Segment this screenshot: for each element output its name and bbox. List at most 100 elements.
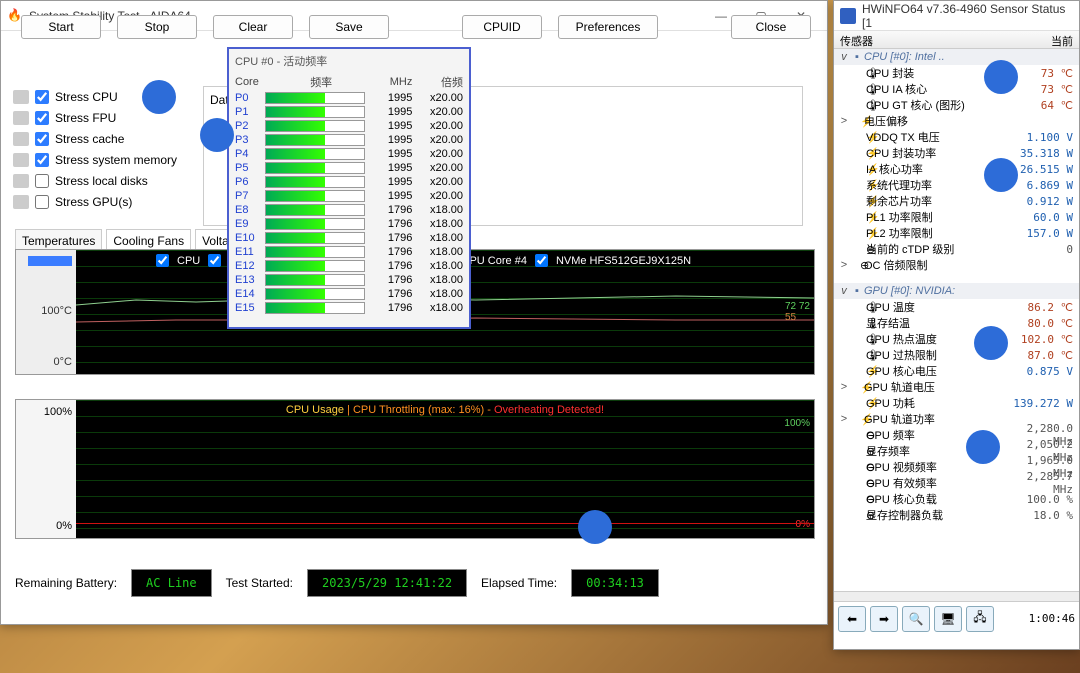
core-mult: x20.00 [418, 147, 469, 161]
core-mult: x20.00 [418, 105, 469, 119]
sensor-icon: ⚡ [850, 147, 866, 160]
sensor-label: OC 倍频限制 [864, 257, 1001, 273]
close-button[interactable]: Close [731, 15, 811, 39]
sensor-label: CPU GT 核心 (图形) [866, 97, 1001, 113]
sensor-row[interactable]: > ⚡ 电压偏移 [834, 113, 1079, 129]
start-button[interactable]: Start [21, 15, 101, 39]
sensor-icon: 🌡 [850, 349, 866, 362]
stress-checkbox[interactable] [35, 111, 49, 125]
sensor-row: 🌡 GPU 热点温度 102.0 ℃ [834, 331, 1079, 347]
expand-icon[interactable]: > [838, 115, 850, 127]
core-id: E10 [229, 231, 265, 245]
sensor-row: ⚡ IA 核心功率 26.515 W [834, 161, 1079, 177]
core-mult: x18.00 [418, 273, 469, 287]
core-id: P5 [229, 161, 265, 175]
sensor-section[interactable]: v ▪ GPU [#0]: NVIDIA: [834, 283, 1079, 299]
hwinfo-window: HWiNFO64 v7.36-4960 Sensor Status [1 传感器… [833, 0, 1080, 650]
clear-button[interactable]: Clear [213, 15, 293, 39]
sensor-row: ⚡ GPU 功耗 139.272 W [834, 395, 1079, 411]
stress-checkbox[interactable] [35, 195, 49, 209]
stress-checkbox[interactable] [35, 153, 49, 167]
sensor-label: 当前的 cTDP 级别 [866, 241, 1001, 257]
sensor-label: PL1 功率限制 [866, 209, 1001, 225]
core-mult: x20.00 [418, 119, 469, 133]
core-bar [265, 147, 377, 161]
stress-type-icon [13, 90, 29, 104]
cpu-frequency-overlay: CPU #0 - 活动频率 Core 频率 MHz 倍频 P0 1995 x20… [227, 47, 471, 329]
started-label: Test Started: [226, 576, 293, 590]
expand-icon[interactable]: > [838, 259, 850, 271]
tool-network-icon[interactable]: 🖥 [934, 606, 962, 632]
cpuid-button[interactable]: CPUID [462, 15, 542, 39]
sensor-icon: ⚡ [850, 365, 866, 378]
sensor-value: 86.2 ℃ [1001, 301, 1075, 314]
sensor-icon: ⚡ [850, 413, 864, 426]
sensor-value: 64 ℃ [1001, 99, 1075, 112]
expand-icon[interactable]: > [838, 381, 850, 393]
hwinfo-scrollbar[interactable] [834, 591, 1079, 601]
sensor-row: 🌡 GPU 温度 86.2 ℃ [834, 299, 1079, 315]
yaxis-top: 100°C [41, 305, 72, 317]
core-mhz: 1995 [377, 189, 418, 203]
col-current[interactable]: 当前 [1009, 31, 1079, 48]
stress-checkbox[interactable] [35, 132, 49, 146]
sensor-value: 102.0 ℃ [1001, 333, 1075, 346]
core-row: E8 1796 x18.00 [229, 203, 469, 217]
sensor-label: CPU 封装 [866, 65, 1001, 81]
annotation-dot [984, 60, 1018, 94]
stress-label: Stress local disks [55, 174, 148, 188]
sensor-row[interactable]: > ⚡ GPU 轨道电压 [834, 379, 1079, 395]
stress-checkbox[interactable] [35, 90, 49, 104]
expand-icon[interactable]: v [838, 285, 850, 297]
preferences-button[interactable]: Preferences [558, 15, 658, 39]
battery-label: Remaining Battery: [15, 576, 117, 590]
expand-icon[interactable]: > [838, 413, 850, 425]
col-mhz: MHz [377, 73, 418, 91]
tool-forward-icon[interactable]: ➡ [870, 606, 898, 632]
save-button[interactable]: Save [309, 15, 389, 39]
sensor-icon: 🌡 [850, 67, 866, 80]
core-row: E11 1796 x18.00 [229, 245, 469, 259]
core-mhz: 1995 [377, 147, 418, 161]
sensor-value: 80.0 ℃ [1001, 317, 1075, 330]
col-core: Core [229, 73, 265, 91]
sensor-row[interactable]: > ⊖ OC 倍频限制 [834, 257, 1079, 273]
core-id: E14 [229, 287, 265, 301]
sensor-icon: ⚡ [850, 195, 866, 208]
core-mhz: 1796 [377, 203, 418, 217]
core-row: E10 1796 x18.00 [229, 231, 469, 245]
sensor-icon: ⚡ [850, 227, 866, 240]
tool-settings-icon[interactable]: 🖧 [966, 606, 994, 632]
sensor-icon: 🌡 [850, 99, 866, 112]
core-mhz: 1796 [377, 245, 418, 259]
sensor-icon: ⊖ [850, 461, 866, 474]
usage-ytop: 100% [44, 406, 72, 418]
core-bar [265, 217, 377, 231]
sensor-row: ⚡ PL2 功率限制 157.0 W [834, 225, 1079, 241]
sensor-icon: ⊖ [850, 493, 866, 506]
hwinfo-titlebar[interactable]: HWiNFO64 v7.36-4960 Sensor Status [1 [834, 1, 1079, 31]
sensor-value: 157.0 W [1001, 227, 1075, 240]
core-mhz: 1995 [377, 91, 418, 105]
col-sensor[interactable]: 传感器 [834, 31, 1009, 48]
sensor-section[interactable]: v ▪ CPU [#0]: Intel .. [834, 49, 1079, 65]
hwinfo-tree[interactable]: v ▪ CPU [#0]: Intel .. 🌡 CPU 封装 73 ℃ 🌡 C… [834, 49, 1079, 591]
core-row: P7 1995 x20.00 [229, 189, 469, 203]
elapsed-label: Elapsed Time: [481, 576, 557, 590]
stop-button[interactable]: Stop [117, 15, 197, 39]
expand-icon[interactable]: v [838, 51, 850, 63]
col-mult: 倍频 [418, 73, 469, 91]
stress-type-icon [13, 111, 29, 125]
legend-color-bar [28, 256, 72, 266]
tool-back-icon[interactable]: ⬅ [838, 606, 866, 632]
stress-checkbox[interactable] [35, 174, 49, 188]
core-row: P5 1995 x20.00 [229, 161, 469, 175]
core-mult: x18.00 [418, 217, 469, 231]
sensor-row: ⚡ VDDQ TX 电压 1.100 V [834, 129, 1079, 145]
tool-search-icon[interactable]: 🔍 [902, 606, 930, 632]
sensor-label: GPU 温度 [866, 299, 1001, 315]
sensor-value: 100.0 % [1001, 493, 1075, 506]
core-mhz: 1995 [377, 133, 418, 147]
usage-graph: 100% 0% CPU Usage | CPU Throttling (max:… [15, 399, 815, 539]
col-freq: 频率 [265, 73, 377, 91]
